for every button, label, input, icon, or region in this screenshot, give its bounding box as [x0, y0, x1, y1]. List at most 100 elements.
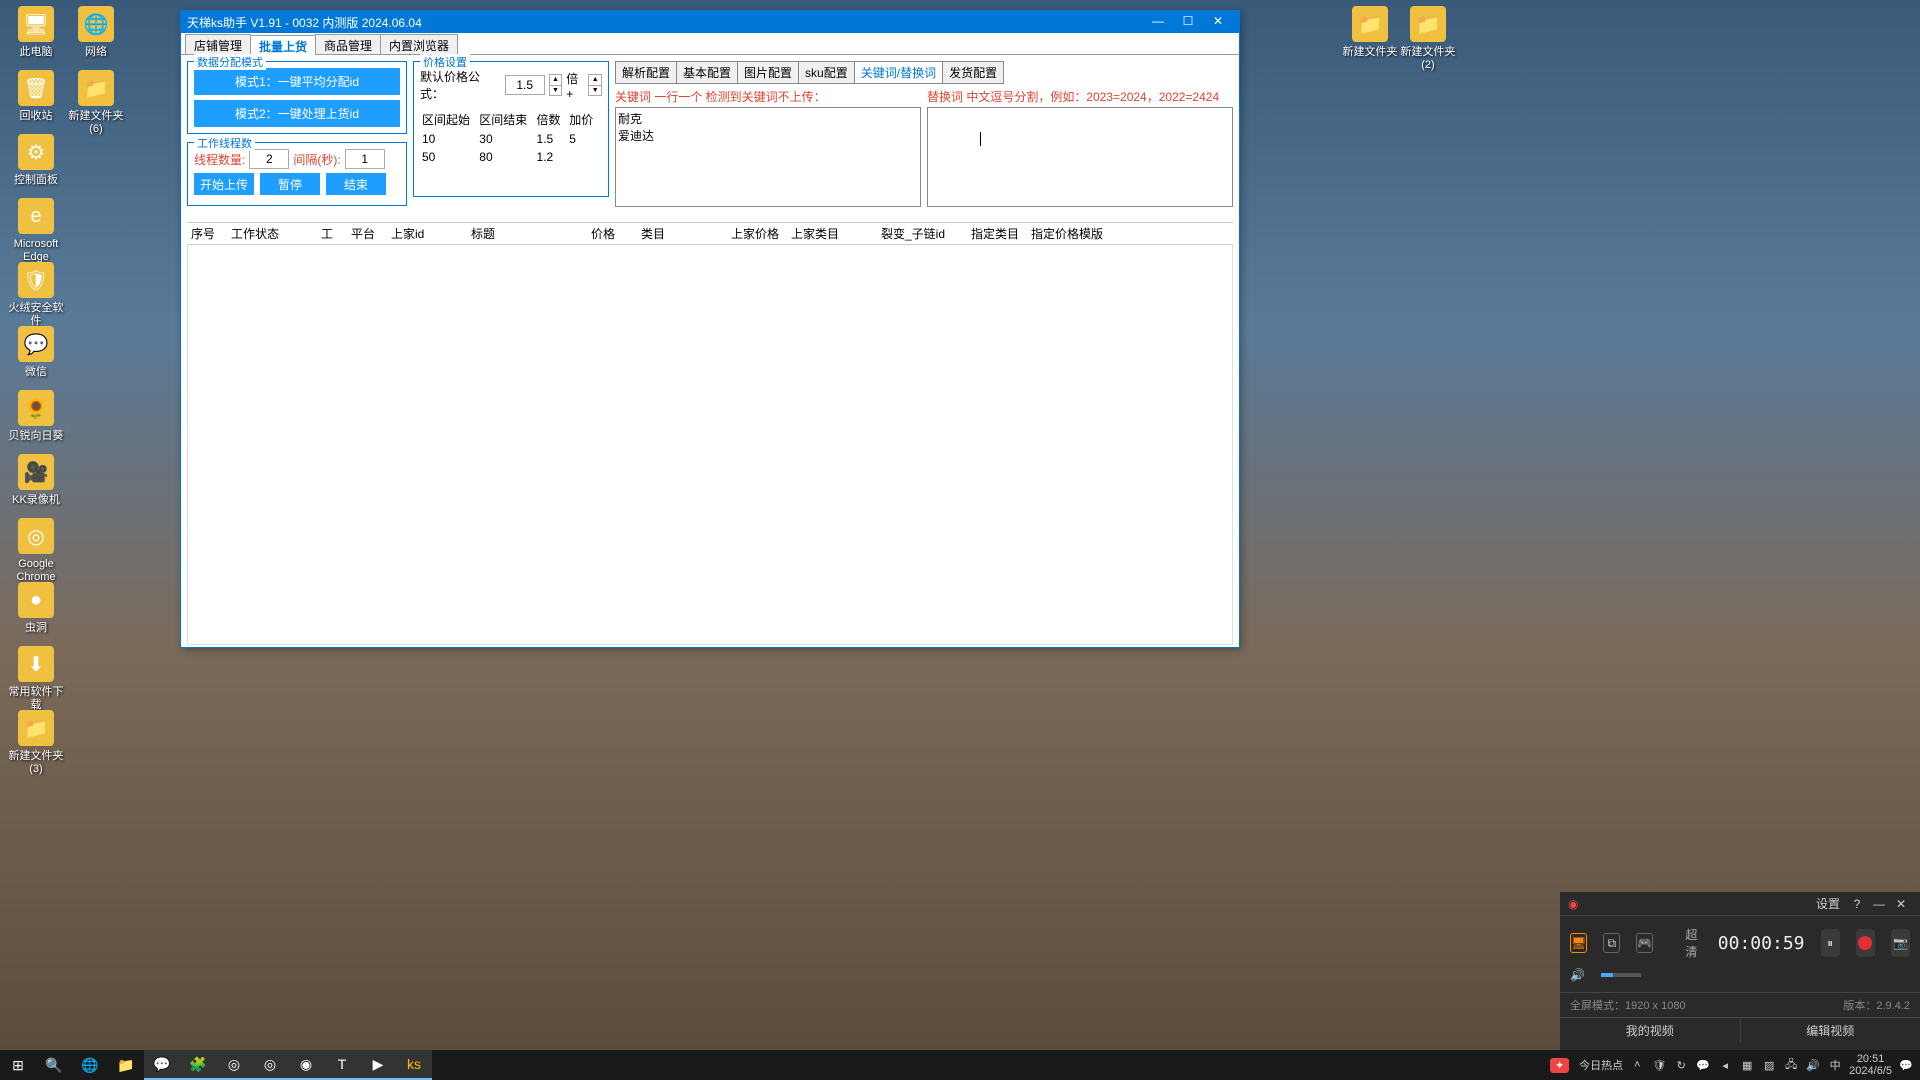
- main-tab-2[interactable]: 商品管理: [315, 34, 381, 54]
- column-header-3[interactable]: 平台: [347, 225, 387, 242]
- taskbar-explorer-icon[interactable]: 📁: [108, 1050, 144, 1080]
- desktop-icon-贝锐向日葵[interactable]: 🌻贝锐向日葵: [6, 390, 66, 443]
- column-header-11[interactable]: 指定类目: [967, 225, 1027, 242]
- tray-wechat-icon[interactable]: 💬: [1695, 1059, 1711, 1072]
- search-button[interactable]: 🔍: [36, 1050, 72, 1080]
- sub-tab-1[interactable]: 基本配置: [676, 61, 738, 84]
- column-header-7[interactable]: 类目: [637, 225, 727, 242]
- sub-tab-0[interactable]: 解析配置: [615, 61, 677, 84]
- audio-icon[interactable]: 🔊: [1570, 968, 1585, 982]
- column-header-4[interactable]: 上家id: [387, 225, 467, 242]
- column-header-10[interactable]: 裂变_子链id: [877, 225, 967, 242]
- hot-news-label[interactable]: 今日热点: [1579, 1057, 1623, 1073]
- desktop-icon-KK录像机[interactable]: 🎥KK录像机: [6, 454, 66, 507]
- taskbar-app2-icon[interactable]: ◉: [288, 1050, 324, 1080]
- edit-video-tab[interactable]: 编辑视频: [1741, 1018, 1920, 1043]
- record-window-icon[interactable]: ⧉: [1603, 933, 1620, 953]
- column-header-1[interactable]: 工作状态: [227, 225, 317, 242]
- tray-shield-icon[interactable]: 🛡: [1651, 1059, 1667, 1072]
- column-header-6[interactable]: 价格: [587, 225, 637, 242]
- tray-network-icon[interactable]: 🖧: [1783, 1056, 1799, 1075]
- hot-news-icon[interactable]: ✦: [1550, 1058, 1569, 1073]
- mode2-button[interactable]: 模式2：一键处理上货id: [194, 100, 400, 127]
- taskbar-wechat-icon[interactable]: 💬: [144, 1050, 180, 1080]
- tray-icon1[interactable]: ▦: [1739, 1059, 1755, 1072]
- desktop-icon-新建文件夹[interactable]: 📁新建文件夹: [1340, 6, 1400, 59]
- column-header-12[interactable]: 指定价格模版: [1027, 225, 1107, 242]
- tray-up-icon[interactable]: ˄: [1629, 1059, 1645, 1071]
- price-cell[interactable]: 30: [479, 131, 534, 147]
- price-cell[interactable]: [569, 149, 600, 165]
- recorder-close-button[interactable]: ✕: [1890, 897, 1912, 911]
- tray-icon2[interactable]: ▨: [1761, 1059, 1777, 1072]
- desktop-icon-虫洞[interactable]: ●虫洞: [6, 582, 66, 635]
- sub-tab-2[interactable]: 图片配置: [737, 61, 799, 84]
- sub-tab-5[interactable]: 发货配置: [942, 61, 1004, 84]
- taskbar-chrome2-icon[interactable]: ◎: [252, 1050, 288, 1080]
- column-header-2[interactable]: 工: [317, 225, 347, 242]
- desktop-icon-Google Chrome[interactable]: ◎Google Chrome: [6, 518, 66, 584]
- tray-volume-icon[interactable]: 🔊: [1805, 1059, 1821, 1072]
- start-button[interactable]: ⊞: [0, 1050, 36, 1080]
- column-header-9[interactable]: 上家类目: [787, 225, 877, 242]
- thread-count-input[interactable]: [249, 149, 289, 169]
- desktop-icon-Microsoft Edge[interactable]: eMicrosoft Edge: [6, 198, 66, 264]
- replace-textarea[interactable]: [927, 107, 1233, 207]
- desktop-icon-此电脑[interactable]: 🖥此电脑: [6, 6, 66, 59]
- desktop-icon-火绒安全软件[interactable]: 🛡火绒安全软件: [6, 262, 66, 328]
- desktop-icon-新建文件夹 (3)[interactable]: 📁新建文件夹 (3): [6, 710, 66, 776]
- desktop-icon-常用软件下载[interactable]: ⬇常用软件下载: [6, 646, 66, 712]
- desktop-icon-网络[interactable]: 🌐网络: [66, 6, 126, 59]
- main-tab-0[interactable]: 店铺管理: [185, 34, 251, 54]
- interval-input[interactable]: [345, 149, 385, 169]
- keywords-textarea[interactable]: [615, 107, 921, 207]
- price-cell[interactable]: 10: [422, 131, 477, 147]
- recorder-help-button[interactable]: ?: [1846, 897, 1868, 911]
- addon-spinner[interactable]: ▲▼: [588, 74, 602, 96]
- taskbar-app1-icon[interactable]: 🧩: [180, 1050, 216, 1080]
- main-tab-1[interactable]: 批量上货: [250, 35, 316, 55]
- record-game-icon[interactable]: 🎮: [1636, 933, 1653, 953]
- taskbar-app3-icon[interactable]: ▶: [360, 1050, 396, 1080]
- price-cell[interactable]: 5: [569, 131, 600, 147]
- close-button[interactable]: ✕: [1203, 12, 1233, 32]
- price-cell[interactable]: 1.5: [537, 131, 568, 147]
- taskbar-ks-icon[interactable]: ks: [396, 1050, 432, 1080]
- column-header-8[interactable]: 上家价格: [727, 225, 787, 242]
- desktop-icon-微信[interactable]: 💬微信: [6, 326, 66, 379]
- column-header-0[interactable]: 序号: [187, 225, 227, 242]
- maximize-button[interactable]: ☐: [1173, 12, 1203, 32]
- titlebar[interactable]: 天梯ks助手 V1.91 - 0032 内测版 2024.06.04 — ☐ ✕: [181, 11, 1239, 33]
- screenshot-button[interactable]: 📷: [1891, 929, 1910, 957]
- price-cell[interactable]: 1.2: [537, 149, 568, 165]
- record-screen-icon[interactable]: 🖥: [1570, 933, 1587, 953]
- recorder-minimize-button[interactable]: —: [1868, 897, 1890, 911]
- desktop-icon-新建文件夹 (2)[interactable]: 📁新建文件夹 (2): [1398, 6, 1458, 72]
- tray-ime-icon[interactable]: 中: [1827, 1057, 1843, 1073]
- sub-tab-4[interactable]: 关键词/替换词: [854, 61, 943, 84]
- taskbar-edge-icon[interactable]: 🌐: [72, 1050, 108, 1080]
- formula-spinner[interactable]: ▲▼: [549, 74, 563, 96]
- column-header-5[interactable]: 标题: [467, 225, 587, 242]
- my-videos-tab[interactable]: 我的视频: [1560, 1018, 1741, 1043]
- formula-input[interactable]: [505, 75, 545, 95]
- volume-slider[interactable]: [1601, 973, 1641, 977]
- stop-button[interactable]: 结束: [326, 173, 386, 195]
- taskbar-chrome-icon[interactable]: ◎: [216, 1050, 252, 1080]
- start-upload-button[interactable]: 开始上传: [194, 173, 254, 195]
- pause-record-button[interactable]: ⏸: [1821, 929, 1840, 957]
- record-button[interactable]: [1856, 929, 1875, 957]
- desktop-icon-控制面板[interactable]: ⚙控制面板: [6, 134, 66, 187]
- recorder-settings-label[interactable]: 设置: [1584, 895, 1846, 912]
- notifications-icon[interactable]: 💬: [1898, 1059, 1914, 1072]
- minimize-button[interactable]: —: [1143, 12, 1173, 32]
- price-cell[interactable]: 80: [479, 149, 534, 165]
- taskbar-clock[interactable]: 20:51 2024/6/5: [1849, 1053, 1892, 1077]
- taskbar-text-icon[interactable]: T: [324, 1050, 360, 1080]
- result-table-body[interactable]: [187, 245, 1233, 645]
- price-cell[interactable]: 50: [422, 149, 477, 165]
- desktop-icon-回收站[interactable]: 🗑回收站: [6, 70, 66, 123]
- main-tab-3[interactable]: 内置浏览器: [380, 34, 458, 54]
- pause-button[interactable]: 暂停: [260, 173, 320, 195]
- sub-tab-3[interactable]: sku配置: [798, 61, 855, 84]
